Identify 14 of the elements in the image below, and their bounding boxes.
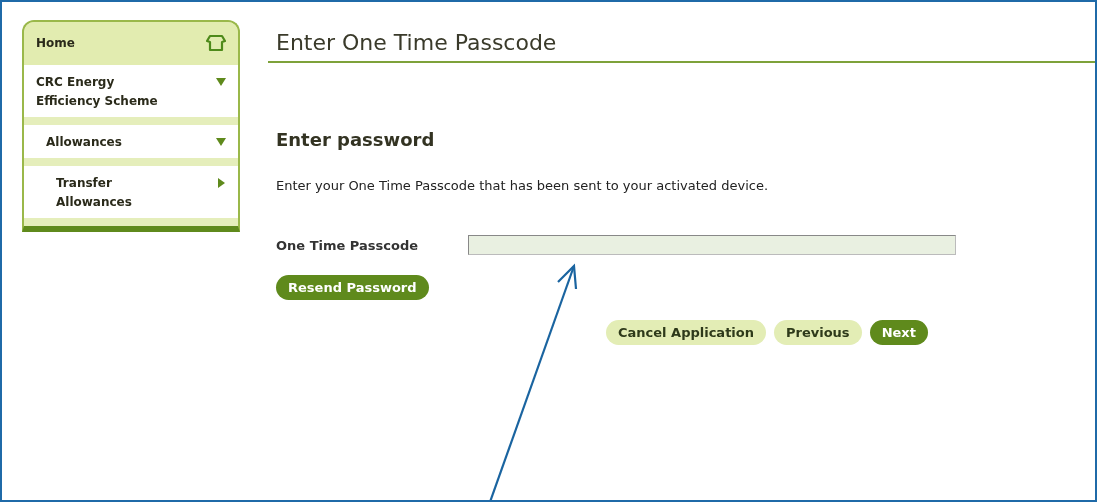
nav-item[interactable]: Home [36,34,75,53]
instruction-text: Enter your One Time Passcode that has been sent to your activated device. [276,178,769,193]
caret-icon[interactable] [216,178,226,188]
home-icon [206,34,226,52]
resend-button[interactable]: Resend Password [276,275,429,300]
page-title: Enter One Time Passcode [268,20,1095,63]
nav-button[interactable]: Cancel Application [606,320,766,345]
caret-icon[interactable] [216,137,226,147]
next-button[interactable]: Next [869,320,928,345]
caret-icon[interactable] [216,77,226,87]
section-title: Enter password [276,129,435,150]
passcode-field[interactable] [468,235,956,255]
nav-button[interactable]: Previous [774,320,862,345]
field-label: One Time Passcode [276,237,420,253]
